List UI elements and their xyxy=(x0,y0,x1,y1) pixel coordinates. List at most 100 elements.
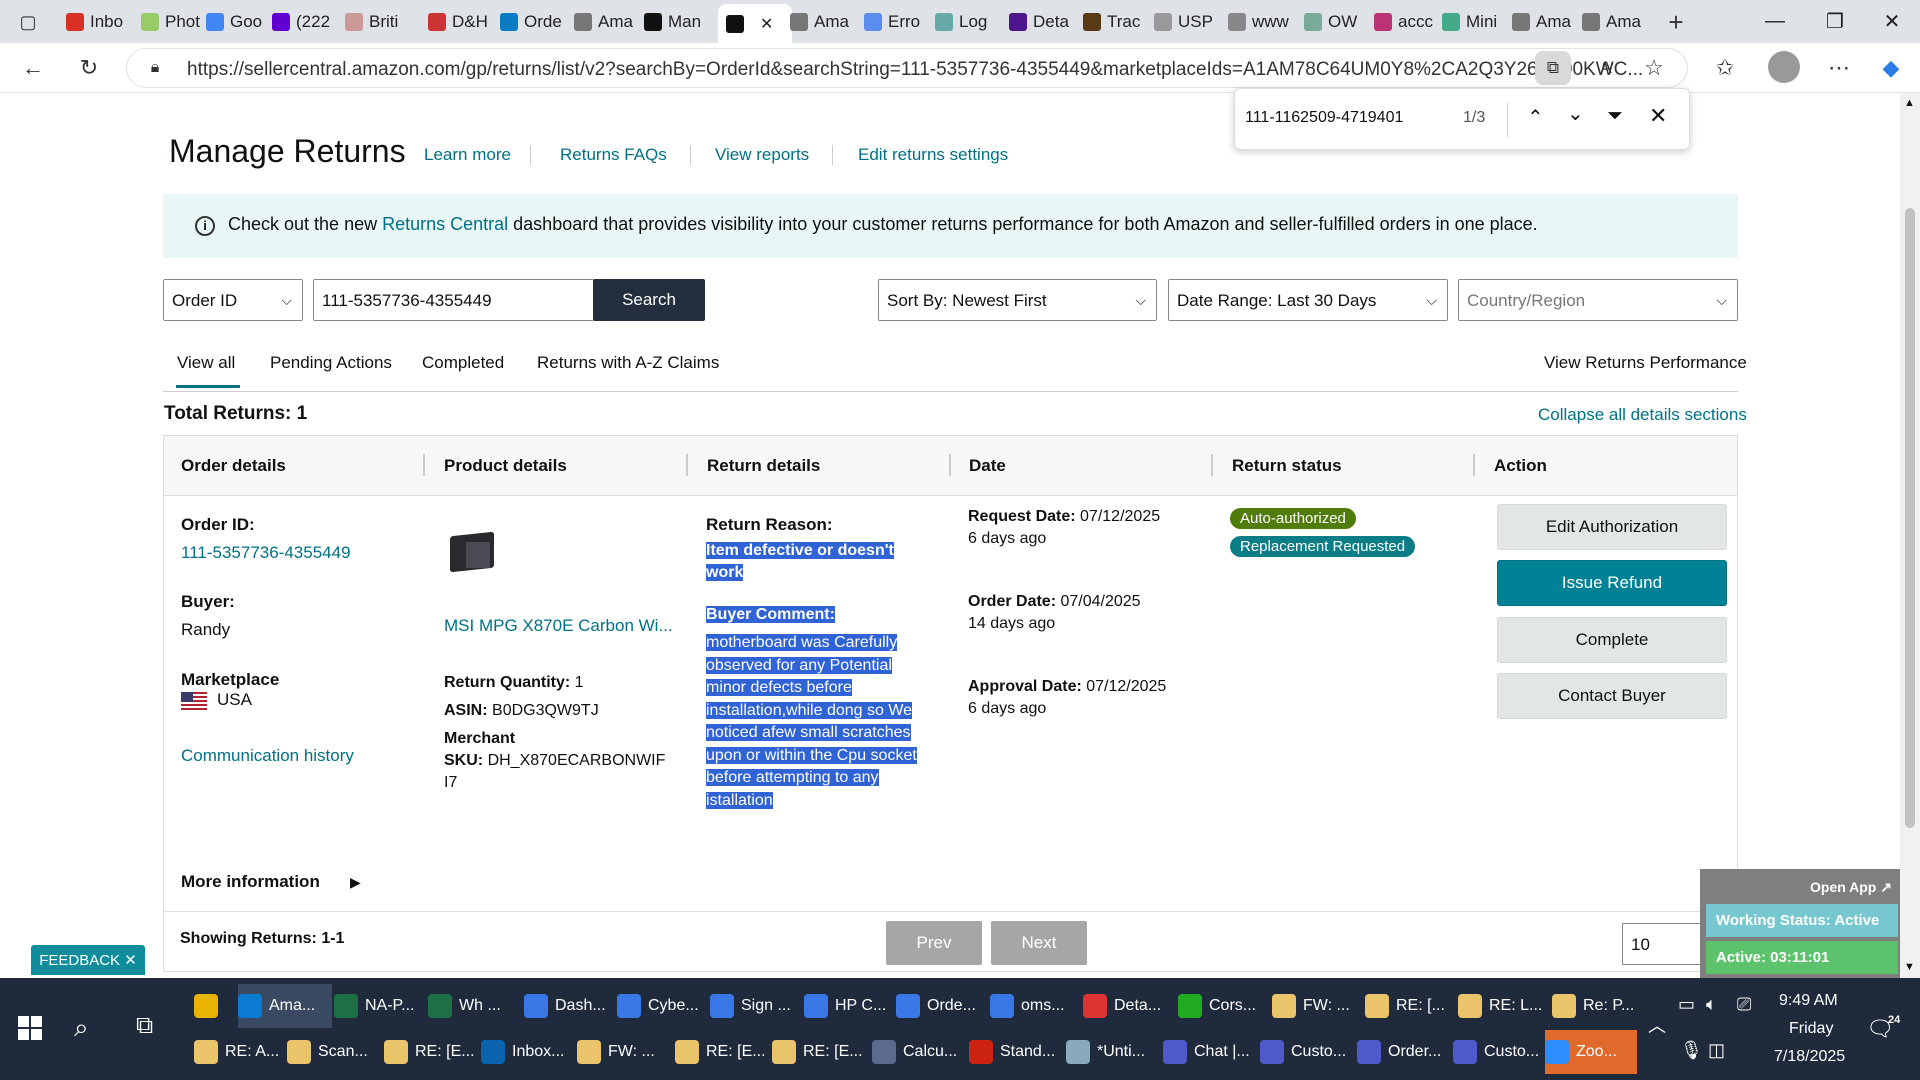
network-icon[interactable]: ⎚ xyxy=(1737,994,1751,1015)
browser-tab[interactable]: USP xyxy=(1154,6,1224,37)
taskbar-app[interactable]: Re: P... xyxy=(1552,984,1642,1028)
volume-icon[interactable]: 🔈︎ xyxy=(1706,994,1717,1015)
open-app-link[interactable]: Open App ↗ xyxy=(1810,879,1892,896)
find-close-icon[interactable]: ✕ xyxy=(1649,103,1667,129)
maximize-icon[interactable]: ❐ xyxy=(1805,0,1865,43)
taskbar-app[interactable]: RE: [... xyxy=(1365,984,1455,1028)
browser-tab[interactable]: Orde xyxy=(500,6,570,37)
browser-tab[interactable]: Briti xyxy=(345,6,423,37)
scroll-down-icon[interactable]: ▼ xyxy=(1904,961,1915,973)
browser-tab[interactable]: Log xyxy=(935,6,1005,37)
taskbar-app[interactable]: Inbox... xyxy=(481,1030,575,1074)
tab-completed[interactable]: Completed xyxy=(422,353,504,373)
taskbar-app[interactable]: Cors... xyxy=(1178,984,1270,1028)
page-scrollbar[interactable]: ▲ ▼ xyxy=(1900,93,1920,978)
browser-tab[interactable]: Ama xyxy=(1512,6,1576,37)
browser-tab[interactable]: Inbo xyxy=(66,6,136,37)
find-on-page-icon[interactable]: ⧉ xyxy=(1535,51,1571,85)
taskbar-app[interactable]: HP C... xyxy=(804,984,896,1028)
lock-icon[interactable]: 🔒︎ xyxy=(145,58,165,78)
menu-dots-icon[interactable]: ⋯ xyxy=(1824,53,1854,83)
taskbar-app[interactable]: *Unti... xyxy=(1066,1030,1160,1074)
browser-tab[interactable]: OW xyxy=(1304,6,1368,37)
taskbar-app[interactable]: Deta... xyxy=(1083,984,1175,1028)
prev-button[interactable]: Prev xyxy=(886,921,982,965)
taskbar-app[interactable]: RE: L... xyxy=(1458,984,1548,1028)
taskbar-app[interactable]: RE: [E... xyxy=(772,1030,866,1074)
complete-button[interactable]: Complete xyxy=(1497,617,1727,663)
browser-tab[interactable]: Deta xyxy=(1009,6,1079,37)
view-returns-performance-link[interactable]: View Returns Performance xyxy=(1544,353,1747,373)
page-size-select[interactable]: 10 xyxy=(1622,923,1702,965)
browser-tab[interactable]: Goo xyxy=(206,6,268,37)
taskbar-app[interactable]: Custo... xyxy=(1260,1030,1354,1074)
taskbar-app[interactable] xyxy=(194,984,234,1028)
close-tab-icon[interactable]: ✕ xyxy=(760,14,773,34)
back-icon[interactable]: ← xyxy=(18,53,48,83)
taskbar-app[interactable]: RE: [E... xyxy=(675,1030,769,1074)
more-information-toggle[interactable]: More information xyxy=(181,872,320,892)
close-icon[interactable]: ✕ xyxy=(124,951,137,969)
feedback-tab[interactable]: FEEDBACK ✕ xyxy=(31,945,145,975)
browser-tab[interactable]: Trac xyxy=(1083,6,1149,37)
browser-tab[interactable]: (222 xyxy=(272,6,340,37)
taskbar-app[interactable]: Scan... xyxy=(287,1030,381,1074)
taskbar-app[interactable]: Ama... xyxy=(238,984,332,1028)
find-next-icon[interactable]: ⌄ xyxy=(1567,101,1584,126)
browser-tab[interactable]: Ama xyxy=(1582,6,1642,37)
tab-actions-icon[interactable]: ▢ xyxy=(14,8,42,36)
find-input[interactable]: 111-1162509-4719401 xyxy=(1245,109,1403,127)
search-by-select[interactable]: Order ID ⌵ xyxy=(163,279,303,321)
collapse-all-link[interactable]: Collapse all details sections xyxy=(1538,405,1747,425)
tab-view-all[interactable]: View all xyxy=(177,353,235,373)
taskbar-app[interactable]: RE: A... xyxy=(194,1030,286,1074)
next-button[interactable]: Next xyxy=(991,921,1087,965)
find-prev-icon[interactable]: ⌃ xyxy=(1527,105,1544,130)
returns-central-link[interactable]: Returns Central xyxy=(382,214,508,234)
clock-time[interactable]: 9:49 AM xyxy=(1779,992,1838,1010)
taskbar-app[interactable]: NA-P... xyxy=(334,984,426,1028)
edit-authorization-button[interactable]: Edit Authorization xyxy=(1497,504,1727,550)
browser-tab[interactable]: Man xyxy=(644,6,712,37)
sort-select[interactable]: Sort By: Newest First ⌵ xyxy=(878,279,1157,321)
learn-more-link[interactable]: Learn more xyxy=(424,145,511,165)
browser-tab[interactable]: Ama xyxy=(574,6,638,37)
taskbar-app[interactable]: FW: ... xyxy=(1272,984,1362,1028)
close-window-icon[interactable]: ✕ xyxy=(1862,0,1920,43)
caret-right-icon[interactable]: ▶ xyxy=(350,874,361,891)
contact-buyer-button[interactable]: Contact Buyer xyxy=(1497,673,1727,719)
browser-tab[interactable]: Erro xyxy=(864,6,930,37)
browser-tab[interactable]: accc xyxy=(1374,6,1438,37)
search-input[interactable]: 111-5357736-4355449 xyxy=(313,279,594,321)
show-hidden-icons[interactable]: ︿ xyxy=(1648,1012,1666,1038)
returns-faqs-link[interactable]: Returns FAQs xyxy=(560,145,667,165)
browser-tab[interactable]: D&H xyxy=(428,6,494,37)
browser-tab[interactable]: Mini xyxy=(1442,6,1506,37)
taskbar-app[interactable]: Cybe... xyxy=(617,984,709,1028)
taskbar-app[interactable]: Orde... xyxy=(896,984,988,1028)
scrollbar-thumb[interactable] xyxy=(1905,208,1915,828)
microphone-icon[interactable]: 🎙︎ xyxy=(1680,1040,1703,1061)
search-button[interactable]: Search xyxy=(593,279,705,321)
favorite-star-icon[interactable]: ☆ xyxy=(1639,53,1669,83)
camera-icon[interactable]: ◫ xyxy=(1708,1040,1725,1061)
address-bar[interactable]: 🔒︎ https://sellercentral.amazon.com/gp/r… xyxy=(126,48,1688,88)
product-name-link[interactable]: MSI MPG X870E Carbon Wi... xyxy=(444,616,673,636)
browser-tab[interactable]: Ama xyxy=(790,6,860,37)
windows-start-icon[interactable] xyxy=(18,1016,42,1040)
taskbar-app[interactable]: Sign ... xyxy=(710,984,802,1028)
clock-date[interactable]: 7/18/2025 xyxy=(1774,1048,1845,1066)
taskbar-app[interactable]: oms... xyxy=(990,984,1082,1028)
url-text[interactable]: https://sellercentral.amazon.com/gp/retu… xyxy=(187,59,1647,81)
order-id-link[interactable]: 111-5357736-4355449 xyxy=(181,543,351,563)
taskbar-app[interactable]: Stand... xyxy=(969,1030,1063,1074)
view-reports-link[interactable]: View reports xyxy=(715,145,809,165)
taskbar-app[interactable]: Calcu... xyxy=(872,1030,966,1074)
favorites-icon[interactable]: ✩ xyxy=(1710,53,1740,83)
tab-a-z-claims[interactable]: Returns with A-Z Claims xyxy=(537,353,719,373)
taskbar-app[interactable]: Chat |... xyxy=(1163,1030,1257,1074)
tab-pending-actions[interactable]: Pending Actions xyxy=(270,353,392,373)
search-icon[interactable]: ⌕ xyxy=(74,1012,89,1044)
clock-day[interactable]: Friday xyxy=(1789,1020,1833,1038)
minimize-icon[interactable]: — xyxy=(1745,0,1805,43)
